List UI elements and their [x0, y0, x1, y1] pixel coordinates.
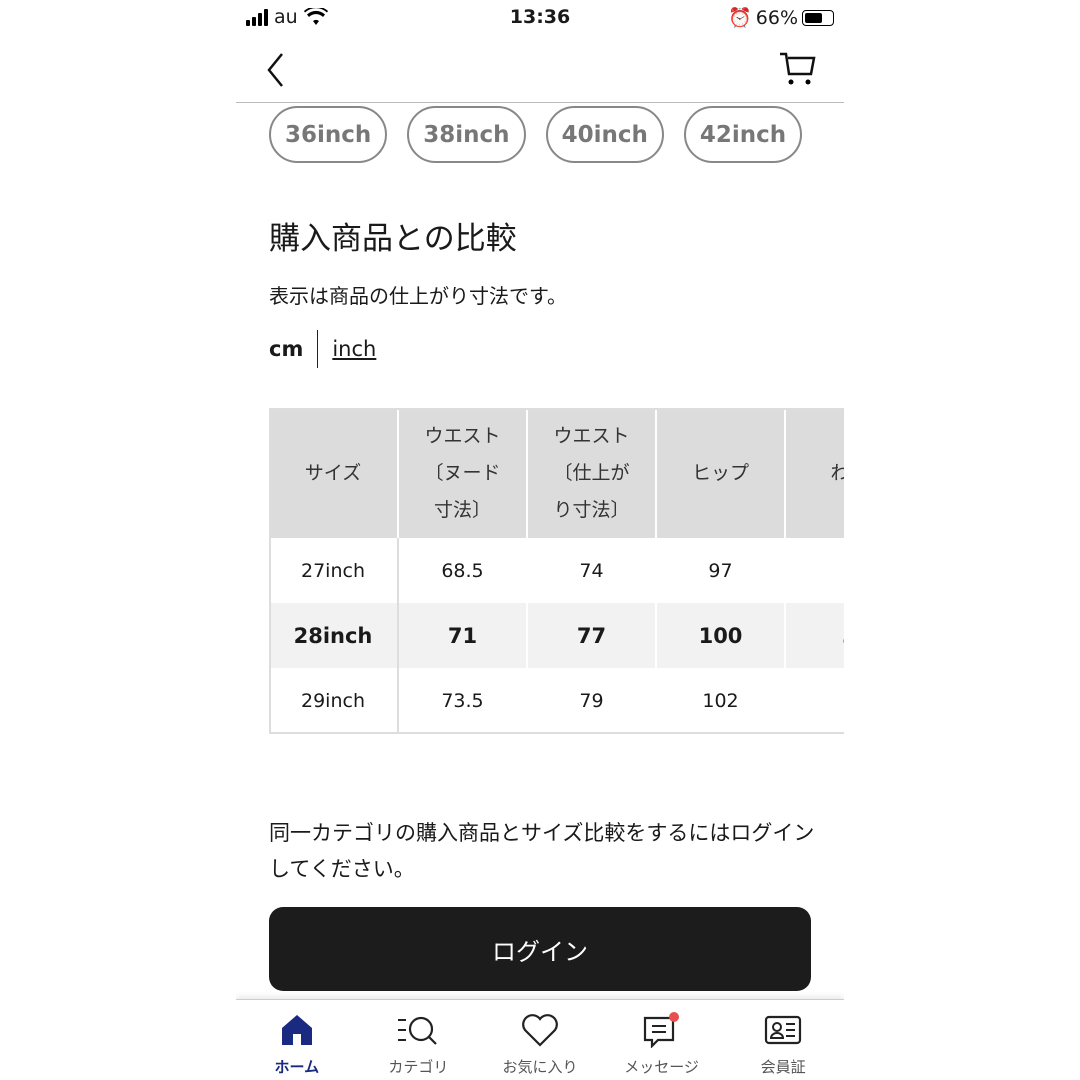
size-comparison-table: サイズウエスト〔ヌード寸法〕ウエスト〔仕上がり寸法〕ヒップわた27inch68.… — [269, 408, 844, 733]
header-line: 〔ヌード — [424, 461, 501, 484]
tab-home[interactable]: ホーム — [236, 1000, 358, 1080]
table-cell: 73.5 — [398, 668, 528, 733]
section-note: 表示は商品の仕上がり寸法です。 — [269, 284, 567, 308]
column-header: サイズ — [269, 408, 399, 538]
size-chip[interactable]: 40inch — [545, 106, 664, 163]
category-search-icon — [398, 1016, 438, 1045]
heart-icon — [522, 1014, 558, 1047]
tab-label: メッセージ — [624, 1058, 699, 1076]
cart-icon[interactable] — [778, 50, 816, 88]
back-icon[interactable] — [264, 50, 288, 90]
tab-label: ホーム — [274, 1058, 320, 1076]
unit-cm[interactable]: cm — [269, 337, 303, 361]
unit-toggle: cm inch — [269, 330, 376, 368]
column-header: ウエスト〔ヌード寸法〕 — [398, 408, 528, 538]
size-chips: 36inch 38inch 40inch 42inch — [269, 106, 803, 163]
section-title: 購入商品との比較 — [269, 221, 517, 257]
table-cell: 102 — [656, 668, 786, 733]
table-cell: 74 — [527, 538, 657, 603]
table-cell: 77 — [527, 603, 657, 668]
table-cell: 3 — [785, 538, 844, 603]
size-chip[interactable]: 36inch — [269, 106, 388, 163]
table-cell: 27inch — [269, 538, 399, 603]
tab-messages[interactable]: メッセージ — [601, 1000, 723, 1080]
home-icon — [281, 1015, 312, 1045]
unit-inch-link[interactable]: inch — [332, 337, 376, 361]
table-cell: 100 — [656, 603, 786, 668]
battery-icon — [802, 9, 834, 26]
nav-bar — [236, 40, 844, 103]
table-cell: 71 — [398, 603, 528, 668]
tab-label: 会員証 — [760, 1058, 806, 1076]
alarm-icon: ⏰ — [728, 7, 752, 29]
app-screen: au 13:36 ⏰ 66% 36inch 38inch 40inch 42inc… — [236, 0, 844, 1080]
tab-member-card[interactable]: 会員証 — [722, 1000, 844, 1080]
column-header: ウエスト〔仕上がり寸法〕 — [527, 408, 657, 538]
header-line: ヒップ — [691, 461, 749, 484]
table-cell: 29inch — [269, 668, 399, 733]
header-line: り寸法〕 — [553, 498, 630, 521]
table-cell: 3 — [785, 668, 844, 733]
member-card-icon — [765, 1015, 802, 1045]
tab-category[interactable]: カテゴリ — [358, 1000, 480, 1080]
size-chip[interactable]: 42inch — [683, 106, 803, 163]
tab-bar: ホーム カテゴリ お気に入り メッセージ 会員証 — [236, 999, 844, 1080]
table-row: 27inch68.574973 — [269, 538, 844, 603]
header-line: サイズ — [304, 461, 362, 484]
table-cell: 97 — [656, 538, 786, 603]
table-cell: 3 — [785, 603, 844, 668]
battery-percent: 66% — [755, 6, 798, 29]
header-line: 寸法〕 — [433, 498, 491, 521]
column-header: ヒップ — [656, 408, 786, 538]
tab-label: カテゴリ — [388, 1058, 449, 1076]
header-line: ウエスト — [424, 424, 501, 447]
header-line: わた — [830, 461, 844, 484]
message-icon — [643, 1012, 679, 1048]
table-cell: 28inch — [269, 603, 399, 668]
table-row: 28inch71771003 — [269, 603, 844, 668]
header-line: 〔仕上が — [553, 461, 630, 484]
table-row: 29inch73.5791023 — [269, 668, 844, 733]
status-bar: au 13:36 ⏰ 66% — [236, 4, 844, 30]
table-cell: 68.5 — [398, 538, 528, 603]
size-chip[interactable]: 38inch — [407, 106, 526, 163]
tab-label: お気に入り — [502, 1058, 578, 1076]
login-message: 同一カテゴリの購入商品とサイズ比較をするにはログインしてください。 — [269, 821, 815, 881]
table-cell: 79 — [527, 668, 657, 733]
column-header: わた — [785, 408, 844, 538]
tab-favorites[interactable]: お気に入り — [479, 1000, 601, 1080]
header-line: ウエスト — [553, 424, 630, 447]
login-button[interactable]: ログイン — [269, 907, 811, 991]
notification-badge — [668, 1012, 679, 1022]
divider — [317, 330, 319, 368]
